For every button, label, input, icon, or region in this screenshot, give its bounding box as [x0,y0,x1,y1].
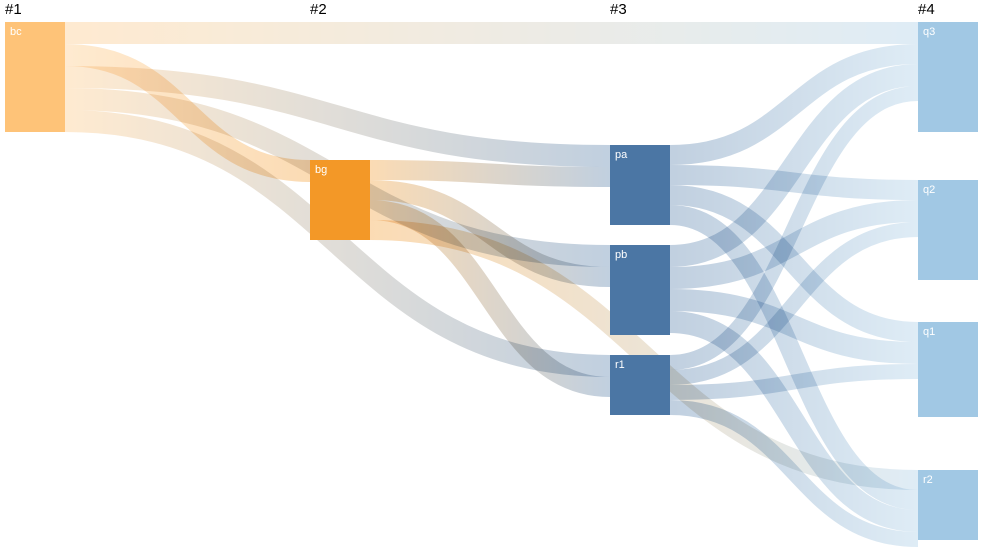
node-label-q1: q1 [923,326,935,338]
node-label-r1: r1 [615,359,625,371]
node-label-r2: r2 [923,474,933,486]
column-label-3: #3 [610,1,627,18]
column-label-4: #4 [918,1,935,18]
links-layer [65,33,918,540]
node-label-pb: pb [615,249,627,261]
node-q3[interactable] [918,22,978,132]
link-bg-pa [370,170,610,177]
node-label-pa: pa [615,149,628,161]
node-label-bg: bg [315,164,327,176]
sankey-chart: bc bg pa pb r1 q3 q2 q1 r2 #1 #2 #3 #4 [0,0,986,554]
labels-layer: #1 #2 #3 #4 [5,1,935,18]
node-label-q2: q2 [923,184,935,196]
column-label-2: #2 [310,1,327,18]
node-label-bc: bc [10,26,22,38]
node-bc[interactable] [5,22,65,132]
link-bc-pa [65,77,610,156]
column-label-1: #1 [5,1,22,18]
node-label-q3: q3 [923,26,935,38]
